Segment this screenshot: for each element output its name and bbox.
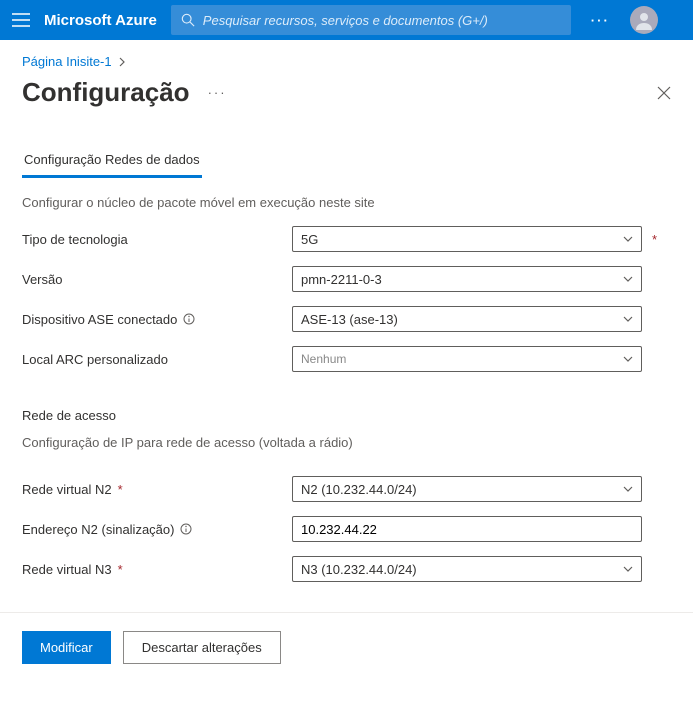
breadcrumb-item[interactable]: site-1 <box>80 54 112 69</box>
chevron-down-icon <box>623 236 633 242</box>
header-more-icon[interactable]: ··· <box>585 13 616 28</box>
required-marker: * <box>652 232 657 247</box>
chevron-down-icon <box>623 486 633 492</box>
required-marker: * <box>118 562 123 577</box>
ase-label: Dispositivo ASE conectado <box>22 312 292 327</box>
tab-config-datanetworks[interactable]: Configuração Redes de dados <box>22 146 202 178</box>
chevron-down-icon <box>623 356 633 362</box>
version-value: pmn-2211-0-3 <box>301 272 382 287</box>
chevron-down-icon <box>623 566 633 572</box>
access-section-header: Rede de acesso <box>0 386 693 429</box>
page-description: Configurar o núcleo de pacote móvel em e… <box>0 179 693 214</box>
top-header: Microsoft Azure ··· <box>0 0 693 40</box>
chevron-down-icon <box>623 316 633 322</box>
ase-value: ASE-13 (ase-13) <box>301 312 398 327</box>
search-box[interactable] <box>171 5 571 35</box>
tech-type-select[interactable]: 5G <box>292 226 642 252</box>
n2addr-input-wrap <box>292 516 642 542</box>
n3net-select[interactable]: N3 (10.232.44.0/24) <box>292 556 642 582</box>
chevron-down-icon <box>623 276 633 282</box>
arc-label: Local ARC personalizado <box>22 352 292 367</box>
n2net-value: N2 (10.232.44.0/24) <box>301 482 417 497</box>
search-input[interactable] <box>203 13 561 28</box>
n3net-value: N3 (10.232.44.0/24) <box>301 562 417 577</box>
tabs: Configuração Redes de dados <box>22 146 671 179</box>
n2addr-label: Endereço N2 (sinalização) <box>22 522 292 537</box>
n2net-label: Rede virtual N2 * <box>22 482 292 497</box>
version-select[interactable]: pmn-2211-0-3 <box>292 266 642 292</box>
version-label: Versão <box>22 272 292 287</box>
title-more-icon[interactable]: ··· <box>208 85 227 100</box>
hamburger-icon[interactable] <box>12 13 30 27</box>
arc-select[interactable]: Nenhum <box>292 346 642 372</box>
footer: Modificar Descartar alterações <box>0 612 693 682</box>
n2net-select[interactable]: N2 (10.232.44.0/24) <box>292 476 642 502</box>
close-icon[interactable] <box>657 86 671 100</box>
page-title: Configuração <box>22 77 190 108</box>
discard-button[interactable]: Descartar alterações <box>123 631 281 664</box>
access-section-desc: Configuração de IP para rede de acesso (… <box>0 429 693 464</box>
avatar[interactable] <box>630 6 658 34</box>
breadcrumb-home[interactable]: Página Ini <box>22 54 80 69</box>
tech-type-label: Tipo de tecnologia <box>22 232 292 247</box>
search-icon <box>181 13 195 27</box>
modify-button[interactable]: Modificar <box>22 631 111 664</box>
brand-label: Microsoft Azure <box>44 12 157 29</box>
info-icon[interactable] <box>183 313 195 325</box>
tech-type-value: 5G <box>301 232 318 247</box>
arc-value: Nenhum <box>301 352 346 366</box>
title-row: Configuração ··· <box>0 75 693 108</box>
ase-select[interactable]: ASE-13 (ase-13) <box>292 306 642 332</box>
required-marker: * <box>118 482 123 497</box>
chevron-right-icon <box>118 57 126 67</box>
n2addr-input[interactable] <box>301 522 633 537</box>
n3net-label: Rede virtual N3 * <box>22 562 292 577</box>
breadcrumb: Página Ini site-1 <box>0 40 693 75</box>
info-icon[interactable] <box>180 523 192 535</box>
